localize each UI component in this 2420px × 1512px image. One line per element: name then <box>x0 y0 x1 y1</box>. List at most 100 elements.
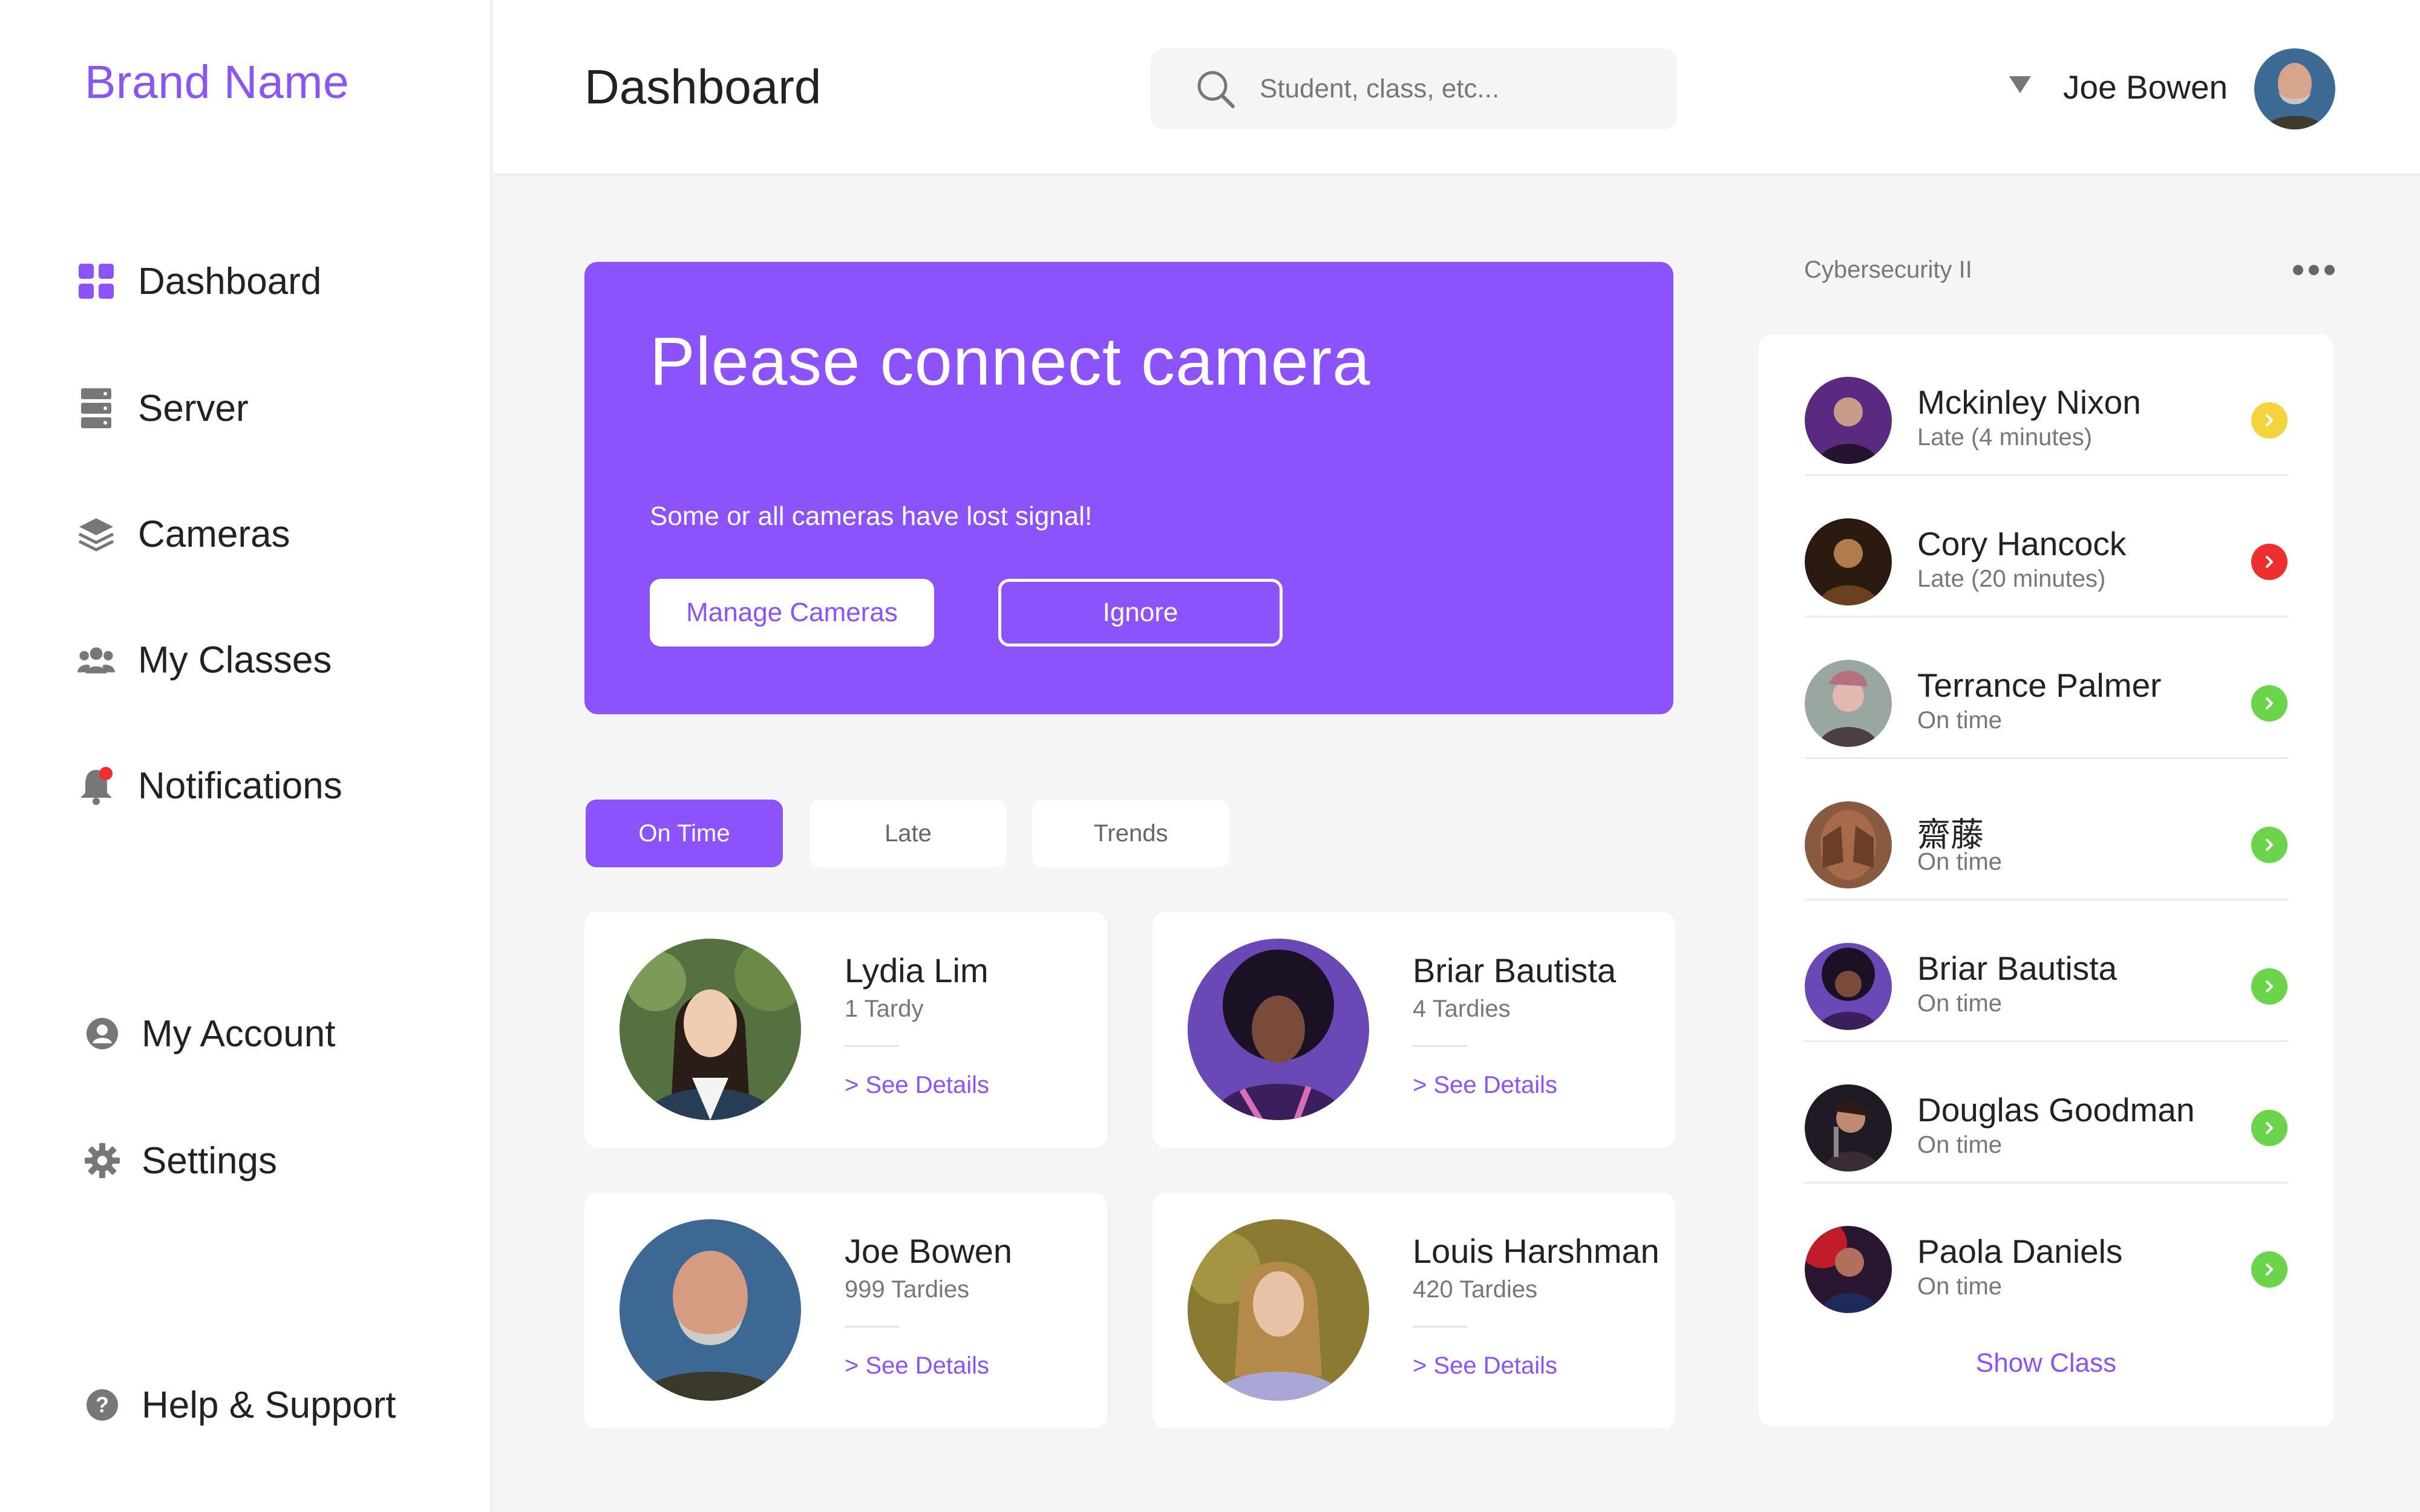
attendance-status: Late (20 minutes) <box>1917 565 2106 592</box>
user-name[interactable]: Joe Bowen <box>2063 68 2228 106</box>
camera-alert-card: Please connect camera Some or all camera… <box>584 262 1673 714</box>
tab-trends[interactable]: Trends <box>1032 800 1229 867</box>
gear-icon <box>83 1142 121 1179</box>
sidebar-item-dashboard[interactable]: Dashboard <box>77 254 321 308</box>
svg-text:?: ? <box>96 1392 109 1417</box>
bell-icon <box>77 767 115 805</box>
student-name: Paola Daniels <box>1917 1233 2123 1270</box>
top-header: Dashboard Joe Bowen <box>494 0 2420 175</box>
chevron-right-icon[interactable] <box>2251 544 2288 580</box>
student-name: Briar Bautista <box>1917 950 2118 987</box>
list-item[interactable]: Briar Bautista On time <box>1805 901 2289 1042</box>
server-icon <box>77 388 115 428</box>
show-class-link[interactable]: Show Class <box>1759 1348 2333 1378</box>
sidebar-item-my-account[interactable]: My Account <box>77 1006 335 1061</box>
list-item[interactable]: Cory Hancock Late (20 minutes) <box>1805 476 2289 618</box>
avatar <box>1805 1084 1892 1171</box>
search-input[interactable] <box>1260 74 1647 104</box>
see-details-link[interactable]: > See Details <box>1413 1352 1557 1380</box>
sidebar-item-label: Server <box>138 387 249 429</box>
avatar <box>1805 1226 1892 1313</box>
alert-title: Please connect camera <box>650 324 1371 399</box>
attendance-status: On time <box>1917 1132 2003 1158</box>
sidebar-item-cameras[interactable]: Cameras <box>77 507 290 561</box>
sidebar-item-help[interactable]: ? Help & Support <box>77 1378 396 1432</box>
avatar[interactable] <box>2254 48 2335 129</box>
sidebar-item-notifications[interactable]: Notifications <box>77 758 342 813</box>
sidebar-item-label: Cameras <box>138 513 290 555</box>
sidebar-item-label: My Classes <box>138 639 332 681</box>
list-item[interactable]: Mckinley Nixon Late (4 minutes) <box>1805 334 2289 476</box>
account-icon <box>83 1015 121 1052</box>
sidebar: Brand Name Dashboard Server Cameras My C… <box>0 0 492 1512</box>
see-details-link[interactable]: > See Details <box>845 1352 989 1380</box>
student-card[interactable]: Lydia Lim 1 Tardy > See Details <box>584 912 1107 1148</box>
sidebar-item-label: My Account <box>142 1012 336 1055</box>
see-details-link[interactable]: > See Details <box>845 1072 989 1099</box>
list-item[interactable]: Terrance Palmer On time <box>1805 618 2289 759</box>
brand-logo[interactable]: Brand Name <box>85 56 349 109</box>
sidebar-item-settings[interactable]: Settings <box>77 1133 277 1188</box>
student-name: Douglas Goodman <box>1917 1091 2195 1129</box>
manage-cameras-button[interactable]: Manage Cameras <box>650 579 934 647</box>
chevron-right-icon[interactable] <box>2251 1110 2288 1146</box>
see-details-link[interactable]: > See Details <box>1413 1072 1557 1099</box>
more-options-icon[interactable] <box>2293 265 2335 275</box>
student-card[interactable]: Briar Bautista 4 Tardies > See Details <box>1153 912 1675 1148</box>
tardy-count: 999 Tardies <box>845 1276 970 1303</box>
avatar <box>1805 801 1892 888</box>
attendance-status: On time <box>1917 849 2003 875</box>
student-photo <box>1188 939 1369 1120</box>
list-item[interactable]: Paola Daniels On time <box>1805 1184 2289 1325</box>
attendance-status: Late (4 minutes) <box>1917 424 2093 451</box>
divider <box>1413 1045 1467 1047</box>
student-photo <box>1188 1219 1369 1401</box>
chevron-right-icon[interactable] <box>2251 1251 2288 1288</box>
tab-late[interactable]: Late <box>809 800 1007 867</box>
student-card[interactable]: Joe Bowen 999 Tardies > See Details <box>584 1193 1107 1429</box>
student-photo <box>620 1219 801 1401</box>
student-name: Terrance Palmer <box>1917 666 2162 704</box>
avatar <box>1805 377 1892 464</box>
help-icon: ? <box>83 1386 121 1424</box>
chevron-right-icon[interactable] <box>2251 827 2288 863</box>
page-title: Dashboard <box>584 60 822 114</box>
attendance-status: On time <box>1917 707 2003 734</box>
attendance-status: On time <box>1917 990 2003 1017</box>
chevron-right-icon[interactable] <box>2251 685 2288 722</box>
list-item[interactable]: Douglas Goodman On time <box>1805 1042 2289 1184</box>
student-name: Louis Harshman <box>1413 1232 1660 1270</box>
divider <box>1413 1326 1467 1328</box>
chevron-right-icon[interactable] <box>2251 968 2288 1005</box>
tab-on-time[interactable]: On Time <box>586 800 783 867</box>
list-item[interactable]: 齋藤 On time <box>1805 759 2289 901</box>
sidebar-item-label: Notifications <box>138 764 342 807</box>
search-bar[interactable] <box>1151 48 1677 129</box>
class-title: Cybersecurity II <box>1804 256 1972 283</box>
caret-down-icon[interactable] <box>2009 76 2031 93</box>
student-name: Joe Bowen <box>845 1232 1013 1270</box>
tardy-count: 1 Tardy <box>845 996 924 1022</box>
avatar <box>1805 943 1892 1030</box>
sidebar-item-server[interactable]: Server <box>77 381 249 435</box>
avatar <box>1805 518 1892 605</box>
student-card[interactable]: Louis Harshman 420 Tardies > See Details <box>1153 1193 1675 1429</box>
sidebar-item-label: Dashboard <box>138 260 322 302</box>
sidebar-item-label: Help & Support <box>142 1384 396 1426</box>
student-name: Mckinley Nixon <box>1917 383 2141 421</box>
sidebar-item-label: Settings <box>142 1139 278 1182</box>
avatar <box>1805 660 1892 747</box>
divider <box>845 1045 899 1047</box>
alert-subtitle: Some or all cameras have lost signal! <box>650 501 1093 531</box>
divider <box>845 1326 899 1328</box>
chevron-right-icon[interactable] <box>2251 402 2288 438</box>
users-icon <box>77 641 115 679</box>
sidebar-item-my-classes[interactable]: My Classes <box>77 633 332 687</box>
class-roster-panel: Mckinley Nixon Late (4 minutes) Cory Han… <box>1759 334 2333 1427</box>
student-name: Cory Hancock <box>1917 525 2127 562</box>
search-icon <box>1195 69 1235 109</box>
tardy-count: 4 Tardies <box>1413 996 1511 1022</box>
student-name: Briar Bautista <box>1413 951 1617 989</box>
tardy-count: 420 Tardies <box>1413 1276 1538 1303</box>
ignore-button[interactable]: Ignore <box>998 579 1283 647</box>
